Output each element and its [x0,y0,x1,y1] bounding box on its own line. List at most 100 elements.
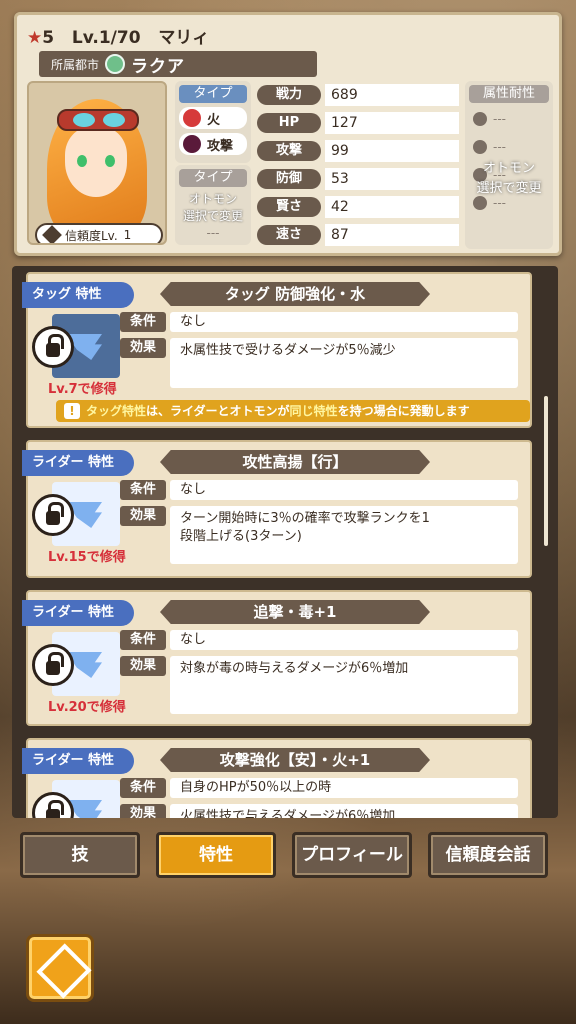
unlock-level: Lv.7で修得 [48,382,117,397]
resist-row: --- [469,135,549,159]
lock-icon [32,644,74,686]
condition-value: 自身のHPが50％以上の時 [170,778,518,798]
condition-row: 条件 なし [120,630,518,650]
attack-icon [183,135,201,153]
tag-skill-note: ! タッグ特性は、ライダーとオトモンが同じ特性を持つ場合に発動します [56,400,530,422]
character-name: マリィ [158,28,210,48]
condition-row: 条件 なし [120,312,518,332]
element-resist-box: 属性耐性 --- --- --- --- オトモン 選択で変更 [465,81,553,249]
fire-resist-icon [473,112,487,126]
type-element: 火 [179,107,247,129]
type-heading: タイプ [179,85,247,103]
skill-title: タッグ 防御強化・水 [160,282,430,306]
stat-label: 戦力 [257,85,321,105]
skill-title: 追撃・毒+1 [160,600,430,624]
type-element-label: 火 [207,112,221,128]
stat-label: 速さ [257,225,321,245]
unlock-level: Lv.15で修得 [48,550,126,565]
otomon-type-note: オトモン 選択で変更 [182,192,243,223]
otomon-type-value: --- [206,226,220,240]
effect-value: ターン開始時に3％の確率で攻撃ランクを1 段階上げる(3ターン) [170,506,518,564]
resist-otomon-note: オトモン 選択で変更 [476,161,542,196]
character-portrait[interactable]: 信頼度Lv. 1 [27,81,167,245]
condition-value: なし [170,480,518,500]
condition-label: 条件 [120,480,166,500]
effect-label: 効果 [120,338,166,358]
unlock-level: Lv.20で修得 [48,700,126,715]
lock-icon [32,494,74,536]
tab-trust-talk[interactable]: 信頼度会話 [428,832,548,878]
water-resist-icon [473,140,487,154]
resist-value: --- [493,140,506,154]
effect-row: 効果 水属性技で受けるダメージが5％減少 [120,338,518,388]
effect-value: 対象が毒の時与えるダメージが6％増加 [170,656,518,714]
effect-value: 水属性技で受けるダメージが5％減少 [170,338,518,388]
stat-row: 攻撃 99 [257,137,459,165]
effect-row: 効果 火属性技で与えるダメージが6％増加 [120,804,518,818]
effect-label: 効果 [120,656,166,676]
stat-label: HP [257,113,321,133]
condition-value: なし [170,312,518,332]
city-name: ラクア [131,56,186,77]
stats-table: 戦力 689 HP 127 攻撃 99 防御 53 賢さ 42 速さ 87 [257,81,459,249]
resist-value: --- [493,112,506,126]
skill-list[interactable]: タッグ 特性 タッグ 防御強化・水 Lv.7で修得 条件 なし 効果 水属性技で受け… [12,266,558,818]
city-emblem-icon [105,54,126,74]
eye-icon [105,155,115,167]
effect-row: 効果 ターン開始時に3％の確率で攻撃ランクを1 段階上げる(3ターン) [120,506,518,564]
lock-icon [32,326,74,368]
tab-bar: 技 特性 プロフィール 信頼度会話 [20,832,558,880]
skill-card[interactable]: ライダー 特性 追撃・毒+1 Lv.20で修得 条件 なし 効果 対象が毒の時与える… [22,590,532,726]
trust-icon [42,225,62,243]
skill-title: 攻性高揚【行】 [160,450,430,474]
otomon-type-heading: タイプ [179,169,247,187]
trust-value: 1 [123,228,132,242]
city-label: 所属都市 [51,57,100,72]
tab-profile[interactable]: プロフィール [292,832,412,878]
condition-value: なし [170,630,518,650]
stat-value: 127 [325,112,459,134]
stat-row: 速さ 87 [257,221,459,249]
tab-skills[interactable]: 技 [20,832,140,878]
resist-heading: 属性耐性 [469,85,549,103]
eye-icon [77,155,87,167]
skill-card[interactable]: タッグ 特性 タッグ 防御強化・水 Lv.7で修得 条件 なし 効果 水属性技で受け… [22,272,532,428]
trust-level-badge: 信頼度Lv. 1 [35,223,163,243]
effect-row: 効果 対象が毒の時与えるダメージが6％増加 [120,656,518,714]
stat-value: 99 [325,140,459,162]
stat-label: 防御 [257,169,321,189]
scrollbar[interactable] [544,396,548,546]
skill-card[interactable]: ライダー 特性 攻撃強化【安】・火+1 条件 自身のHPが50％以上の時 効果 火属… [22,738,532,818]
condition-label: 条件 [120,630,166,650]
portrait-face [65,127,127,197]
back-button[interactable] [26,934,94,1002]
skill-card[interactable]: ライダー 特性 攻性高揚【行】 Lv.15で修得 条件 なし 効果 ターン開始時に3… [22,440,532,578]
tab-traits[interactable]: 特性 [156,832,276,878]
type-attack: 攻撃 [179,133,247,155]
fire-icon [183,109,201,127]
trust-label: 信頼度Lv. [65,228,118,243]
stat-value: 87 [325,224,459,246]
stat-value: 53 [325,168,459,190]
star-icon: ★ [27,28,43,48]
note-text-1: は、ライダーとオトモンが [146,404,290,418]
stat-value: 42 [325,196,459,218]
type-attack-label: 攻撃 [207,138,234,154]
condition-row: 条件 なし [120,480,518,500]
condition-label: 条件 [120,312,166,332]
note-text-2: を持つ場合に発動します [337,404,470,418]
condition-row: 条件 自身のHPが50％以上の時 [120,778,518,798]
rarity: 5 [42,28,55,48]
effect-value: 火属性技で与えるダメージが6％増加 [170,804,518,818]
level-text: Lv.1/70 [71,28,141,48]
skill-title: 攻撃強化【安】・火+1 [160,748,430,772]
note-highlight: 同じ特性 [289,404,338,418]
resist-row: --- [469,107,549,131]
skill-tag: タッグ 特性 [22,282,134,308]
stat-row: 賢さ 42 [257,193,459,221]
stat-label: 賢さ [257,197,321,217]
stat-value: 689 [325,84,459,106]
type-box: タイプ 火 攻撃 [175,81,251,163]
skill-tag: ライダー 特性 [22,600,134,626]
otomon-type-box: タイプ オトモン 選択で変更 --- [175,165,251,245]
